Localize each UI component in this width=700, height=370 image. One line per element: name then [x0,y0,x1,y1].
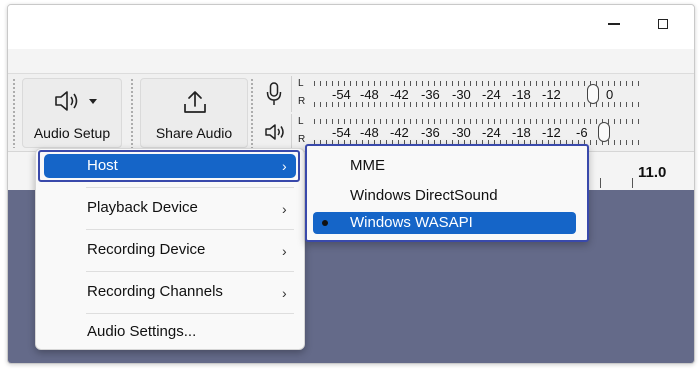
host-option-wasapi[interactable]: Windows WASAPI [307,210,586,240]
audio-setup-menu: Host › Playback Device › Recording Devic… [35,148,305,350]
share-audio-label: Share Audio [155,125,233,141]
menu-separator [86,229,294,230]
playback-level-slider[interactable] [598,122,610,142]
scale-label: -12 [542,125,561,140]
microphone-button[interactable] [256,76,292,112]
scale-label: -54 [332,125,351,140]
host-option-mme[interactable]: MME [307,150,586,180]
recording-meter-scale: -54 -48 -42 -36 -30 -24 -18 -12 0 [314,76,694,112]
scale-label: -24 [482,125,501,140]
menu-separator [86,187,294,188]
callout-outline [38,150,300,182]
recording-level-slider[interactable] [587,84,599,104]
menu-item-label: Playback Device [87,199,198,216]
right-channel-label: R [298,96,306,107]
chevron-right-icon: › [282,201,287,217]
scale-label: -30 [452,125,471,140]
toolbar-grip[interactable] [130,78,134,148]
scale-label: 0 [606,87,614,102]
ruler-tick [600,178,601,188]
host-option-label: MME [350,157,385,174]
host-option-label: Windows DirectSound [350,187,498,204]
scale-label: -18 [512,125,531,140]
share-audio-button[interactable]: Share Audio [140,78,248,148]
menu-item-playback-device[interactable]: Playback Device › [36,189,304,227]
menu-item-label: Host [87,157,118,174]
menu-item-recording-device[interactable]: Recording Device › [36,231,304,269]
maximize-button[interactable] [658,19,668,29]
menu-item-label: Recording Device [87,241,206,258]
menu-separator [86,271,294,272]
left-channel-label: L [298,78,304,89]
scale-label: -48 [360,125,379,140]
speaker-icon [265,124,284,140]
scale-label: -24 [482,87,501,102]
toolbar-grip[interactable] [12,78,16,148]
menu-item-label: Audio Settings... [87,323,197,340]
chevron-right-icon: › [282,285,287,301]
scale-label: -12 [542,87,561,102]
scale-label: -54 [332,87,351,102]
title-bar [8,5,694,49]
scale-label: -6 [576,125,588,140]
toolbar-grip[interactable] [250,78,253,148]
minimize-button[interactable] [608,23,620,25]
scale-label: -48 [360,87,379,102]
right-channel-label: R [298,134,306,145]
meter-ticks [314,119,644,124]
speaker-icon [55,91,97,111]
scale-label: -36 [421,125,440,140]
left-channel-label: L [298,116,304,127]
host-option-label: Windows WASAPI [350,214,473,231]
chevron-right-icon: › [282,158,287,174]
menu-item-recording-channels[interactable]: Recording Channels › [36,273,304,311]
recording-meter[interactable]: L R -54 -48 -42 -36 -30 -24 -18 -12 0 [256,76,694,112]
menu-item-host[interactable]: Host › [36,149,304,187]
chevron-right-icon: › [282,243,287,259]
ruler-time-label: 11.0 [638,164,667,181]
host-option-directsound[interactable]: Windows DirectSound [307,180,586,210]
audio-setup-button[interactable]: Audio Setup [22,78,122,148]
scale-label: -18 [512,87,531,102]
menu-item-label: Recording Channels [87,283,223,300]
upload-icon [184,91,206,113]
scale-label: -30 [452,87,471,102]
microphone-icon [266,82,282,105]
playback-speaker-button[interactable] [256,114,292,150]
ruler-tick [632,178,633,188]
scale-label: -42 [390,87,409,102]
host-submenu: MME Windows DirectSound Windows WASAPI [305,144,589,242]
menu-item-audio-settings[interactable]: Audio Settings... [36,313,304,351]
scale-label: -42 [390,125,409,140]
scale-label: -36 [421,87,440,102]
audio-setup-label: Audio Setup [33,125,111,141]
toolbar: Audio Setup Share Audio L R -54 -48 -42 … [8,73,694,152]
selected-bullet-icon [322,220,328,226]
